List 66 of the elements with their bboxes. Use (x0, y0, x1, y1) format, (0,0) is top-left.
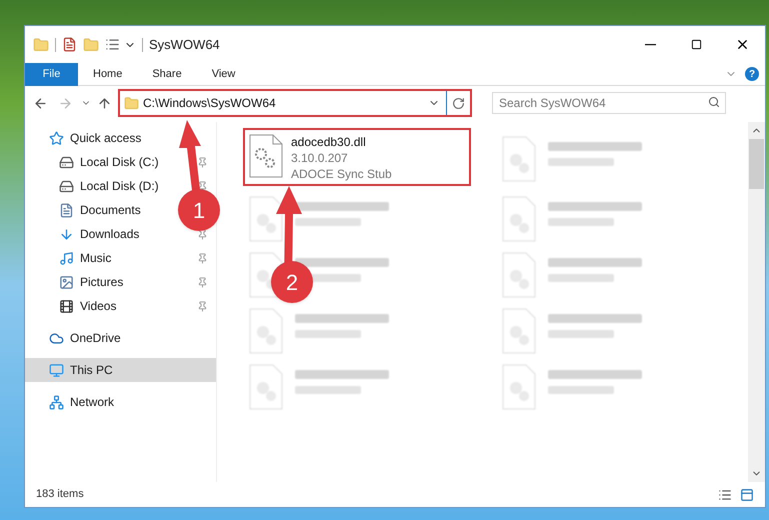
address-path: C:\Windows\SysWOW64 (143, 95, 277, 112)
ribbon-tab[interactable]: Home (78, 62, 138, 86)
pin-icon[interactable] (197, 156, 208, 168)
sidebar-label: This PC (70, 362, 113, 379)
drive-icon (59, 154, 74, 170)
item-count: 183 items (36, 487, 85, 502)
sidebar-item[interactable]: Pictures (25, 270, 128, 294)
sidebar-item[interactable]: Videos (25, 294, 120, 318)
file-name: adocedb30.dll (291, 134, 367, 150)
sidebar-item[interactable]: Network (25, 390, 118, 414)
pin-icon[interactable] (197, 252, 208, 264)
search-icon[interactable] (708, 96, 720, 108)
file-detail: ADOCE Sync Stub (291, 166, 392, 182)
list-icon[interactable] (105, 37, 120, 52)
sidebar-item[interactable]: This PC (25, 358, 216, 382)
sidebar-item[interactable]: Local Disk (C:) (25, 150, 163, 174)
sidebar-label: Pictures (80, 274, 124, 291)
gear-file-icon (249, 134, 283, 178)
properties-icon[interactable] (62, 37, 77, 52)
minimize-icon (644, 44, 656, 46)
drive-icon (59, 178, 74, 194)
details-view-icon[interactable] (718, 488, 732, 502)
star-icon (49, 130, 64, 146)
sidebar-item[interactable]: Documents (25, 198, 145, 222)
step-marker: 1 (178, 189, 220, 231)
picture-icon (59, 274, 74, 290)
sidebar-label: Local Disk (D:) (80, 178, 159, 195)
scroll-thumb[interactable] (749, 139, 764, 189)
sidebar-label: Quick access (70, 130, 142, 147)
sidebar-item[interactable]: Quick access (25, 126, 146, 150)
sidebar-label: Network (70, 394, 114, 411)
sidebar-label: Downloads (80, 226, 140, 243)
file-detail: 3.10.0.207 (291, 150, 349, 166)
film-icon (59, 298, 74, 314)
sidebar-label: Documents (80, 202, 141, 219)
cloud-icon (49, 330, 64, 346)
search-field[interactable]: Search SysWOW64 (492, 92, 726, 114)
file-tile[interactable]: adocedb30.dll 3.10.0.207 ADOCE Sync Stub (243, 128, 471, 186)
large-icons-view-icon[interactable] (740, 488, 754, 502)
sidebar-item[interactable]: Downloads (25, 222, 144, 246)
document-icon (59, 202, 74, 218)
music-note-icon (59, 250, 74, 266)
sidebar-item[interactable]: Local Disk (D:) (25, 174, 163, 198)
pin-icon[interactable] (197, 300, 208, 312)
monitor-icon (49, 362, 64, 378)
sidebar-label: Music (80, 250, 112, 267)
ribbon-tab[interactable]: View (196, 62, 250, 86)
sidebar-item[interactable]: Music (25, 246, 116, 270)
step-marker: 2 (271, 261, 313, 303)
pin-icon[interactable] (197, 276, 208, 288)
help-icon[interactable]: ? (745, 67, 759, 81)
sidebar-item[interactable]: OneDrive (25, 326, 125, 350)
folder-icon (124, 96, 139, 110)
network-icon (49, 394, 64, 410)
address-bar[interactable]: C:\Windows\SysWOW64 (118, 89, 472, 117)
ribbon-tab[interactable]: Share (137, 62, 197, 86)
refresh-icon[interactable] (452, 96, 465, 110)
window-title: SysWOW64 (149, 36, 220, 54)
sidebar-label: Local Disk (C:) (80, 154, 159, 171)
scrollbar[interactable] (748, 122, 765, 482)
down-arrow-icon (59, 226, 74, 242)
ribbon-tab[interactable]: File (25, 62, 78, 86)
sidebar-label: OneDrive (70, 330, 121, 347)
sidebar-label: Videos (80, 298, 116, 315)
pin-icon[interactable] (197, 180, 208, 192)
maximize-icon (690, 39, 702, 50)
